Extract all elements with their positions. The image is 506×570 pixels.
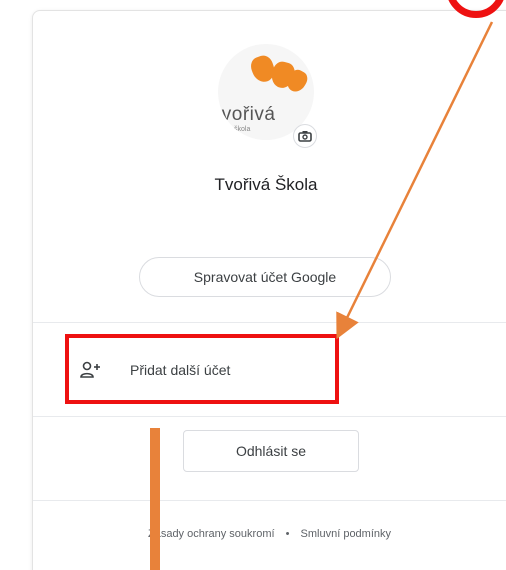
divider: [33, 500, 506, 501]
footer-separator: •: [285, 528, 290, 540]
account-name: Tvořivá Škola: [214, 175, 318, 194]
terms-link[interactable]: Smluvní podmínky: [301, 528, 391, 540]
footer-links: Zásady ochrany soukromí • Smluvní podmín…: [33, 528, 506, 540]
avatar-logo-subtext: škola: [234, 126, 251, 133]
divider: [33, 322, 506, 323]
divider: [33, 416, 506, 417]
sign-out-button[interactable]: Odhlásit se: [183, 430, 359, 472]
manage-account-button[interactable]: Spravovat účet Google: [139, 257, 391, 297]
camera-icon[interactable]: [293, 124, 317, 148]
annotation-highlight-box: [65, 334, 339, 404]
privacy-policy-link[interactable]: Zásady ochrany soukromí: [148, 528, 275, 540]
screenshot-stage: tvořivá škola Tvořivá Škola Spravovat úč…: [0, 0, 506, 570]
avatar-logo-text: tvořivá: [218, 104, 276, 125]
